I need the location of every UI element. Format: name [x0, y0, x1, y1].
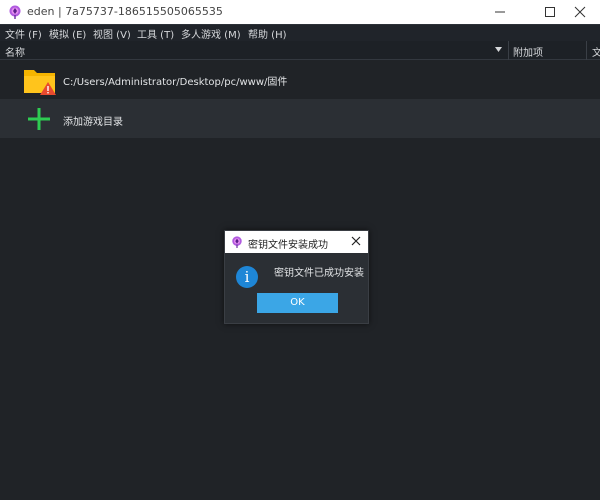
eden-logo-icon: [9, 5, 21, 19]
eden-logo-icon: [232, 236, 242, 248]
dialog-title: 密钥文件安装成功: [248, 240, 328, 251]
title-bar: eden | 7a75737-186515505065535: [0, 0, 600, 24]
success-dialog: 密钥文件安装成功 i 密钥文件已成功安装 OK: [224, 230, 369, 324]
dialog-message: 密钥文件已成功安装: [274, 268, 364, 279]
menu-bar: 文件 (F) 模拟 (E) 视图 (V) 工具 (T) 多人游戏 (M) 帮助 …: [0, 24, 600, 41]
close-window-button[interactable]: [572, 0, 600, 24]
column-filetype[interactable]: 文: [592, 44, 600, 59]
minimize-button[interactable]: [480, 0, 520, 24]
game-directory-row[interactable]: C:/Users/Administrator/Desktop/pc/www/固件: [0, 60, 600, 99]
menu-tools[interactable]: 工具 (T): [137, 26, 174, 41]
minimize-icon: [495, 11, 505, 13]
add-game-directory-row[interactable]: 添加游戏目录: [0, 99, 600, 138]
dialog-close-icon[interactable]: [351, 236, 361, 246]
menu-emulation[interactable]: 模拟 (E): [49, 26, 86, 41]
menu-multiplayer[interactable]: 多人游戏 (M): [181, 26, 241, 41]
column-addons[interactable]: 附加项: [513, 44, 543, 59]
window-title: eden | 7a75737-186515505065535: [27, 5, 223, 18]
info-icon: i: [236, 266, 258, 288]
sort-descending-icon: [495, 47, 502, 52]
column-name[interactable]: 名称: [5, 44, 25, 59]
menu-view[interactable]: 视图 (V): [93, 26, 131, 41]
dialog-title-bar: 密钥文件安装成功: [225, 231, 368, 253]
menu-file[interactable]: 文件 (F): [5, 26, 42, 41]
add-directory-label: 添加游戏目录: [63, 117, 123, 128]
maximize-button[interactable]: [530, 0, 570, 24]
column-header: 名称 附加项 文: [0, 41, 600, 60]
maximize-icon: [545, 7, 555, 17]
ok-button[interactable]: OK: [257, 293, 338, 313]
folder-warning-icon: [24, 70, 56, 95]
add-icon: [28, 108, 50, 130]
folder-path: C:/Users/Administrator/Desktop/pc/www/固件: [63, 77, 288, 88]
close-icon: [574, 6, 586, 18]
column-divider[interactable]: [586, 41, 587, 60]
menu-help[interactable]: 帮助 (H): [248, 26, 287, 41]
column-divider[interactable]: [508, 41, 509, 60]
